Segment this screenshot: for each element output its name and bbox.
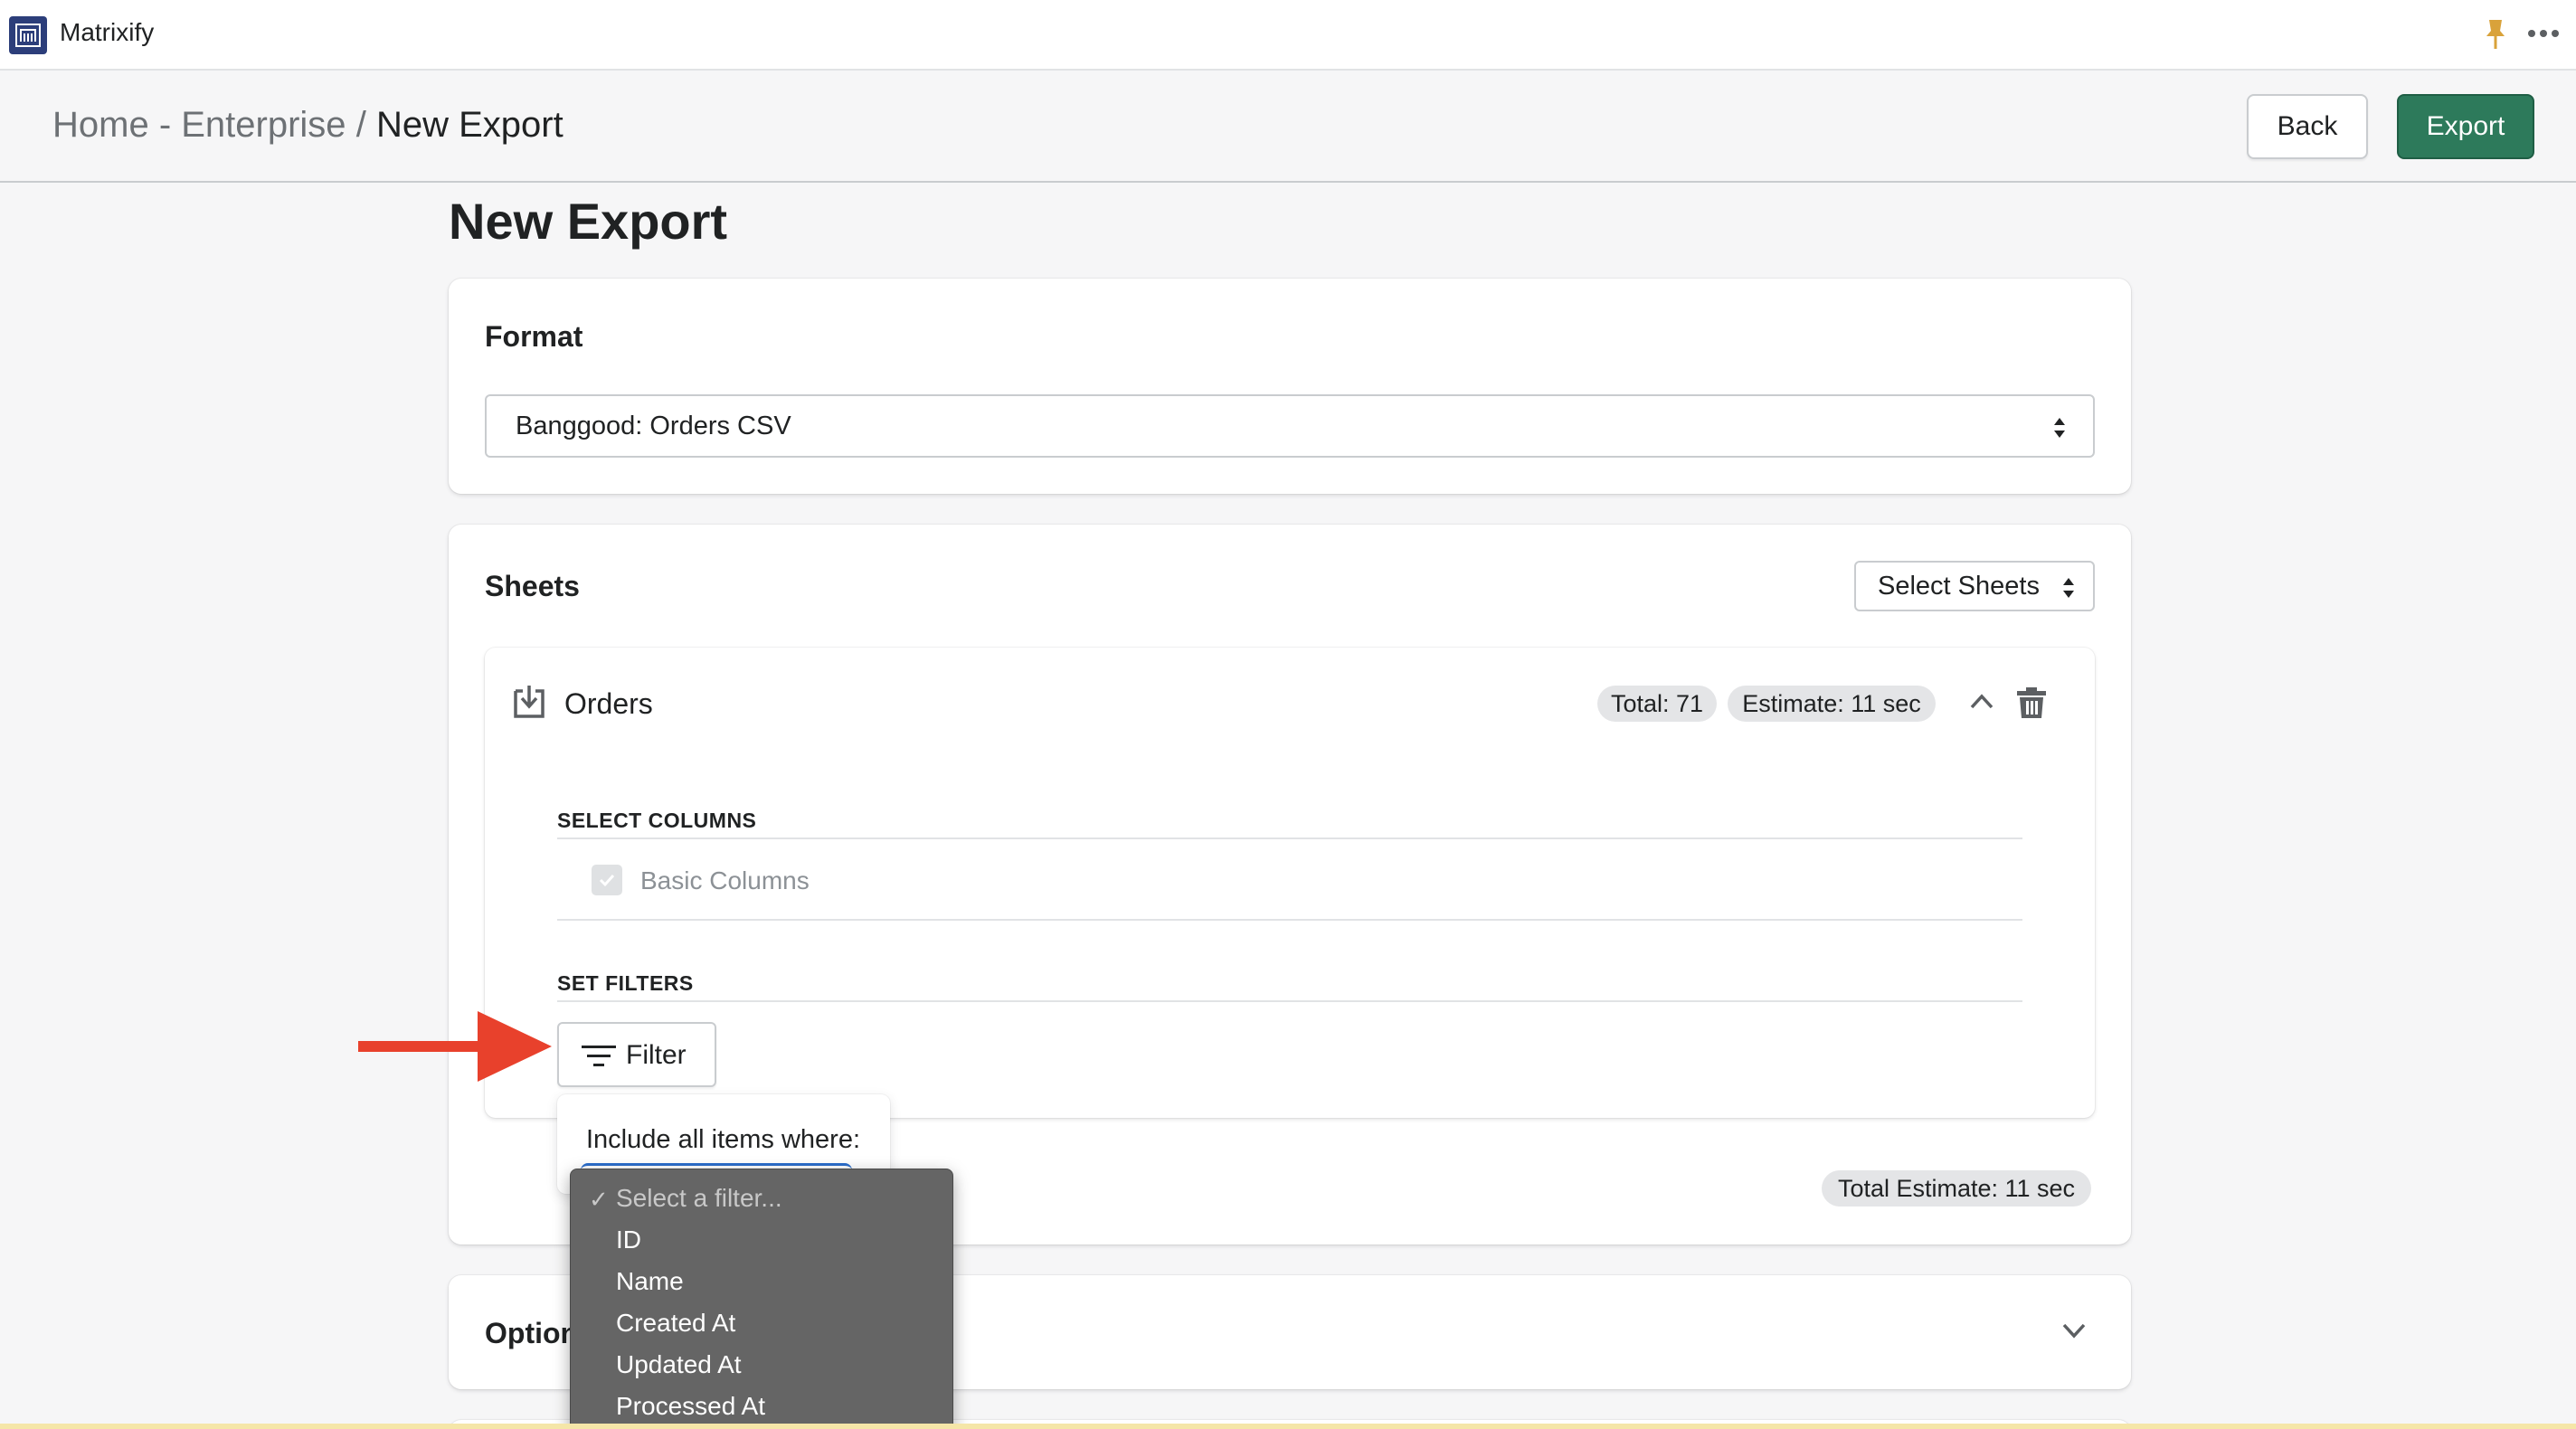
export-button[interactable]: Export [2397, 94, 2534, 159]
page-title: New Export [449, 193, 728, 250]
basic-columns-label: Basic Columns [640, 866, 810, 894]
divider [557, 1000, 2022, 1002]
select-sheets-label: Select Sheets [1878, 571, 2040, 601]
breadcrumb-current: New Export [375, 105, 564, 145]
breadcrumb-separator: / [355, 105, 366, 145]
filter-option-created-at[interactable]: Created At [616, 1309, 735, 1338]
format-select[interactable]: Banggood: Orders CSV [485, 394, 2095, 458]
app-window: Matrixify Home - Enterprise / New Export… [0, 0, 2576, 1429]
more-options-icon[interactable] [2525, 20, 2562, 47]
total-estimate-badge: Total Estimate: 11 sec [1822, 1170, 2091, 1207]
breadcrumb-root-link[interactable]: Home - Enterprise [52, 105, 346, 145]
filter-option-placeholder[interactable]: Select a filter... [616, 1184, 782, 1213]
filter-select-menu: ✓ Select a filter... ID Name Created At … [570, 1169, 953, 1429]
annotation-arrow-icon [358, 1011, 552, 1082]
set-filters-label: SET FILTERS [557, 971, 694, 995]
chevron-down-icon[interactable] [2060, 1320, 2088, 1340]
pin-icon[interactable] [2482, 16, 2509, 52]
select-updown-icon [2063, 578, 2074, 598]
breadcrumb: Home - Enterprise / New Export [52, 105, 564, 146]
back-button[interactable]: Back [2247, 94, 2368, 159]
filter-option-id[interactable]: ID [616, 1226, 641, 1254]
checkmark-icon [599, 874, 615, 887]
app-name: Matrixify [60, 18, 155, 46]
select-sheets-dropdown[interactable]: Select Sheets [1854, 561, 2095, 611]
chevron-up-icon[interactable] [1968, 691, 1995, 711]
filter-popover-label: Include all items where: [586, 1125, 861, 1154]
filter-option-processed-at[interactable]: Processed At [616, 1392, 765, 1421]
bottom-highlight-strip [0, 1424, 2576, 1429]
orders-sheet-title: Orders [564, 687, 653, 720]
orders-sheet-panel: Orders Total: 71 Estimate: 11 sec SELECT… [485, 648, 2095, 1118]
filter-button[interactable]: Filter [557, 1022, 716, 1087]
page-header: Home - Enterprise / New Export [0, 71, 2576, 183]
filter-option-updated-at[interactable]: Updated At [616, 1350, 742, 1379]
total-badge: Total: 71 [1597, 686, 1717, 722]
divider [557, 919, 2022, 921]
options-title: Option [485, 1317, 579, 1349]
trash-icon[interactable] [2015, 684, 2048, 720]
download-icon [514, 686, 545, 718]
estimate-badge: Estimate: 11 sec [1728, 686, 1936, 722]
filter-icon [582, 1046, 616, 1066]
sheets-title: Sheets [485, 570, 580, 602]
matrixify-logo-icon [9, 16, 47, 54]
app-bar: Matrixify [0, 0, 2576, 71]
selected-check-icon: ✓ [589, 1186, 609, 1213]
format-card: Format Banggood: Orders CSV [449, 279, 2131, 494]
format-select-value: Banggood: Orders CSV [516, 411, 791, 440]
select-updown-icon [2054, 418, 2065, 438]
select-columns-label: SELECT COLUMNS [557, 809, 757, 832]
filter-button-label: Filter [626, 1040, 687, 1070]
filter-option-name[interactable]: Name [616, 1267, 684, 1296]
basic-columns-checkbox[interactable] [592, 865, 622, 895]
divider [557, 838, 2022, 839]
format-title: Format [485, 320, 583, 353]
